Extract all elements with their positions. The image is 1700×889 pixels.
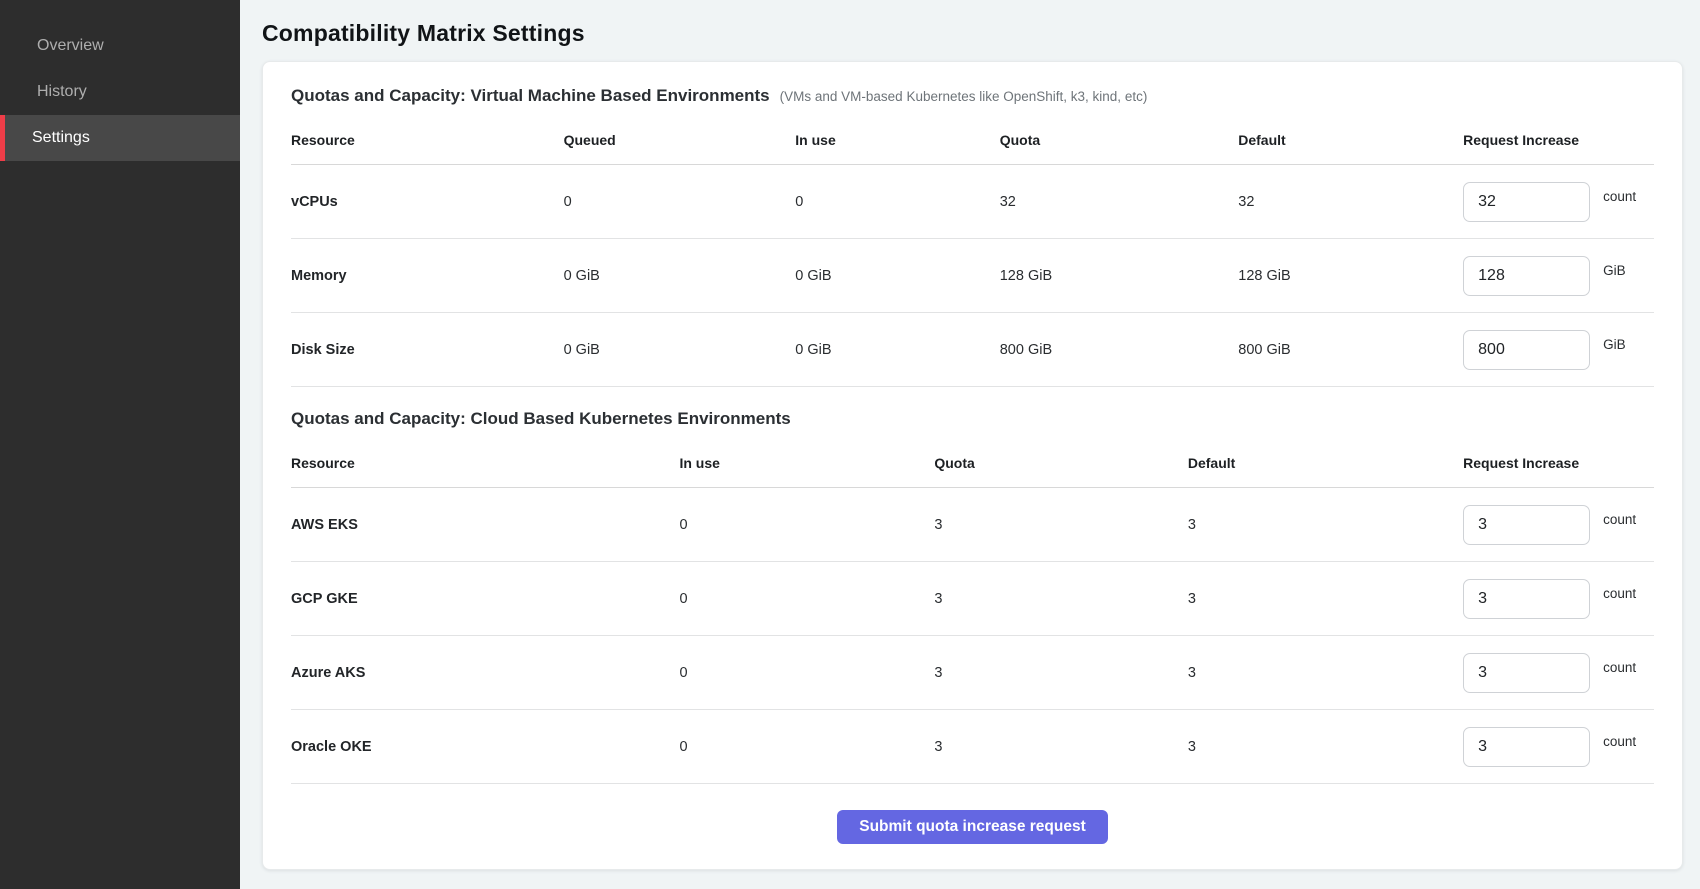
request-increase-cell: count — [1463, 505, 1654, 545]
resource-name: AWS EKS — [291, 488, 679, 562]
table-row: vCPUs003232count — [291, 165, 1654, 239]
section-subtitle: (VMs and VM-based Kubernetes like OpenSh… — [780, 89, 1148, 104]
section-heading: Quotas and Capacity: Virtual Machine Bas… — [291, 86, 770, 106]
value-cell: 3 — [934, 710, 1188, 784]
resource-name: Oracle OKE — [291, 710, 679, 784]
unit-label: count — [1603, 734, 1636, 749]
sidebar-nav: OverviewHistorySettings — [0, 23, 240, 161]
request-increase-cell: GiB — [1463, 256, 1654, 296]
value-cell: 32 — [1238, 165, 1463, 239]
resource-name: Azure AKS — [291, 636, 679, 710]
request-increase-input[interactable] — [1463, 653, 1590, 693]
column-header: Resource — [291, 429, 679, 488]
value-cell: 800 GiB — [1000, 313, 1239, 387]
table-header-row: ResourceIn useQuotaDefaultRequest Increa… — [291, 429, 1654, 488]
column-header: Quota — [934, 429, 1188, 488]
resource-name: Disk Size — [291, 313, 564, 387]
value-cell: 128 GiB — [1000, 239, 1239, 313]
submit-quota-increase-button[interactable]: Submit quota increase request — [837, 810, 1108, 844]
section-heading: Quotas and Capacity: Cloud Based Kuberne… — [291, 409, 791, 429]
column-header: Quota — [1000, 106, 1239, 165]
sidebar-item-settings[interactable]: Settings — [0, 115, 240, 161]
table-row: AWS EKS033count — [291, 488, 1654, 562]
resource-name: vCPUs — [291, 165, 564, 239]
value-cell: 3 — [934, 488, 1188, 562]
column-header: In use — [795, 106, 999, 165]
table-header-row: ResourceQueuedIn useQuotaDefaultRequest … — [291, 106, 1654, 165]
unit-label: GiB — [1603, 337, 1626, 352]
value-cell: 0 — [679, 636, 934, 710]
value-cell: 3 — [1188, 710, 1463, 784]
column-header: Queued — [564, 106, 796, 165]
value-cell: 3 — [1188, 488, 1463, 562]
column-header: Request Increase — [1463, 106, 1654, 165]
request-increase-input[interactable] — [1463, 256, 1590, 296]
page-title: Compatibility Matrix Settings — [262, 20, 1683, 47]
sidebar-item-history[interactable]: History — [0, 69, 240, 115]
sidebar-item-overview[interactable]: Overview — [0, 23, 240, 69]
table-row: GCP GKE033count — [291, 562, 1654, 636]
value-cell: 0 — [679, 562, 934, 636]
value-cell: 0 — [679, 488, 934, 562]
value-cell: 32 — [1000, 165, 1239, 239]
column-header: Default — [1188, 429, 1463, 488]
value-cell: 0 — [564, 165, 796, 239]
unit-label: count — [1603, 512, 1636, 527]
value-cell: 0 GiB — [795, 313, 999, 387]
quota-sections: Quotas and Capacity: Virtual Machine Bas… — [291, 86, 1654, 784]
column-header: Request Increase — [1463, 429, 1654, 488]
column-header: In use — [679, 429, 934, 488]
request-increase-input[interactable] — [1463, 505, 1590, 545]
quota-table-1: ResourceQueuedIn useQuotaDefaultRequest … — [291, 106, 1654, 387]
unit-label: count — [1603, 586, 1636, 601]
quota-section-2: Quotas and Capacity: Cloud Based Kuberne… — [291, 409, 1654, 784]
request-increase-cell: count — [1463, 579, 1654, 619]
value-cell: 3 — [1188, 636, 1463, 710]
table-row: Disk Size0 GiB0 GiB800 GiB800 GiBGiB — [291, 313, 1654, 387]
column-header: Default — [1238, 106, 1463, 165]
request-increase-cell: count — [1463, 653, 1654, 693]
value-cell: 0 — [679, 710, 934, 784]
value-cell: 0 — [795, 165, 999, 239]
quota-section-1: Quotas and Capacity: Virtual Machine Bas… — [291, 86, 1654, 387]
table-row: Memory0 GiB0 GiB128 GiB128 GiBGiB — [291, 239, 1654, 313]
resource-name: GCP GKE — [291, 562, 679, 636]
value-cell: 0 GiB — [795, 239, 999, 313]
value-cell: 128 GiB — [1238, 239, 1463, 313]
unit-label: GiB — [1603, 263, 1626, 278]
request-increase-input[interactable] — [1463, 182, 1590, 222]
sidebar: OverviewHistorySettings — [0, 0, 240, 889]
request-increase-input[interactable] — [1463, 330, 1590, 370]
request-increase-cell: count — [1463, 727, 1654, 767]
request-increase-cell: GiB — [1463, 330, 1654, 370]
unit-label: count — [1603, 189, 1636, 204]
unit-label: count — [1603, 660, 1636, 675]
value-cell: 3 — [1188, 562, 1463, 636]
value-cell: 800 GiB — [1238, 313, 1463, 387]
settings-card: Quotas and Capacity: Virtual Machine Bas… — [262, 61, 1683, 870]
value-cell: 3 — [934, 636, 1188, 710]
table-row: Oracle OKE033count — [291, 710, 1654, 784]
main-content: Compatibility Matrix Settings Quotas and… — [240, 0, 1700, 889]
submit-row: Submit quota increase request — [291, 784, 1654, 864]
request-increase-cell: count — [1463, 182, 1654, 222]
table-row: Azure AKS033count — [291, 636, 1654, 710]
quota-table-2: ResourceIn useQuotaDefaultRequest Increa… — [291, 429, 1654, 784]
column-header: Resource — [291, 106, 564, 165]
value-cell: 0 GiB — [564, 313, 796, 387]
value-cell: 3 — [934, 562, 1188, 636]
request-increase-input[interactable] — [1463, 579, 1590, 619]
value-cell: 0 GiB — [564, 239, 796, 313]
request-increase-input[interactable] — [1463, 727, 1590, 767]
resource-name: Memory — [291, 239, 564, 313]
